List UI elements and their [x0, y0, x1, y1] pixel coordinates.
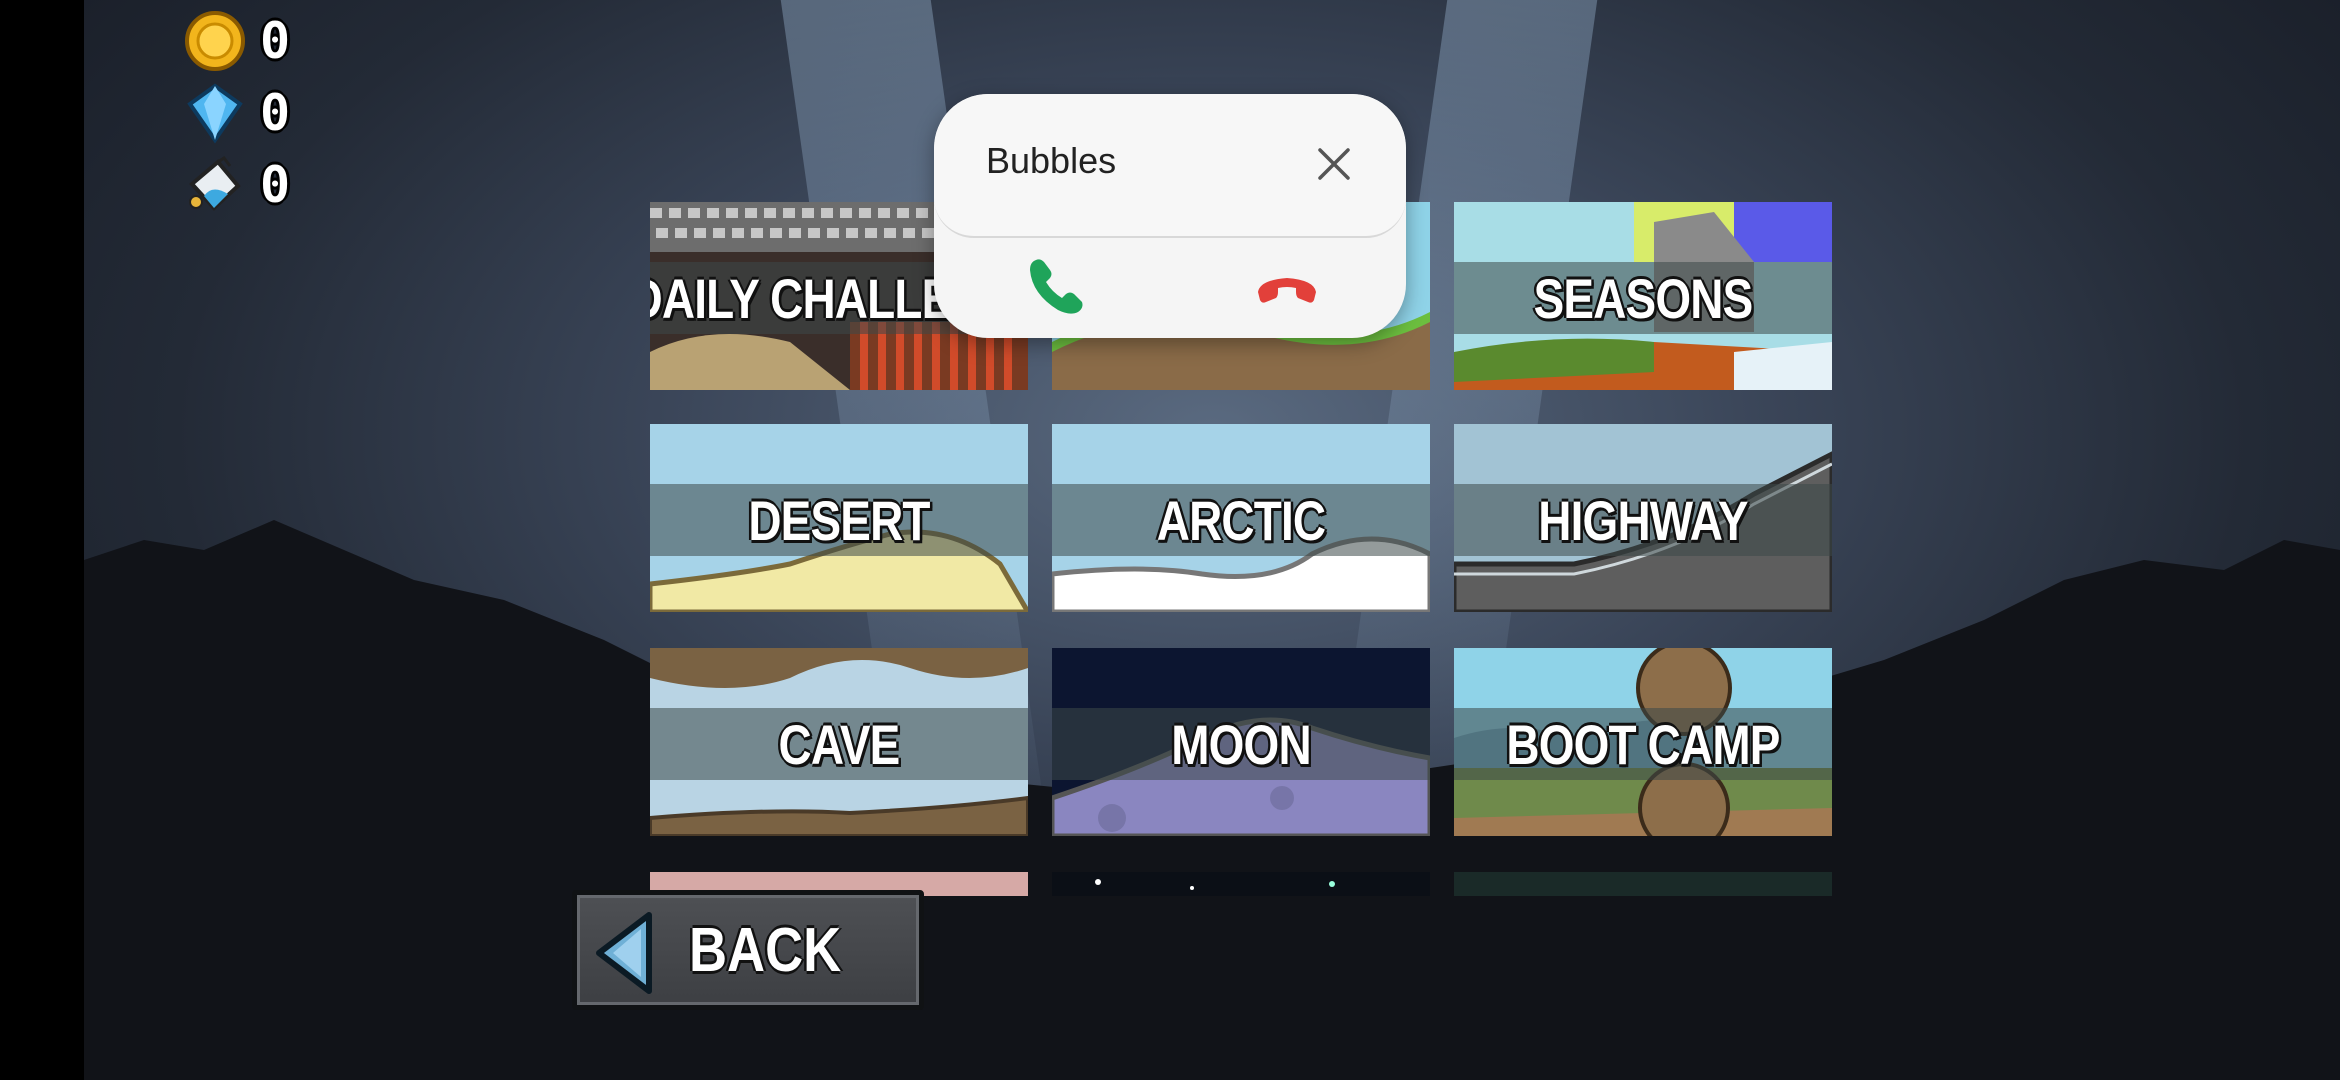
- coin-counter: 0: [184, 10, 290, 72]
- back-button[interactable]: BACK: [572, 890, 924, 1010]
- coin-icon: [184, 10, 246, 72]
- gem-count: 0: [260, 84, 291, 142]
- coin-count: 0: [260, 12, 291, 70]
- level-label: DESERT: [748, 488, 930, 552]
- level-label: MOON: [1171, 712, 1311, 776]
- level-label: SEASONS: [1533, 266, 1754, 330]
- level-tile-moon[interactable]: MOON: [1052, 648, 1430, 836]
- caller-name: Bubbles: [986, 140, 1117, 181]
- decline-call-icon[interactable]: [1252, 262, 1322, 312]
- level-label: ARCTIC: [1156, 488, 1326, 552]
- level-tile-partial[interactable]: [1454, 872, 1832, 896]
- level-tile-arctic[interactable]: ARCTIC: [1052, 424, 1430, 612]
- screen-edge-bar: [0, 0, 84, 1080]
- paint-count: 0: [260, 156, 291, 214]
- close-icon[interactable]: [1314, 144, 1354, 184]
- level-tile-highway[interactable]: HIGHWAY: [1454, 424, 1832, 612]
- back-label: BACK: [689, 916, 842, 985]
- paint-bucket-icon: [184, 154, 246, 216]
- incoming-call-bubble[interactable]: Bubbles: [934, 94, 1406, 338]
- level-label: HIGHWAY: [1538, 488, 1748, 552]
- diamond-icon: [184, 82, 246, 144]
- level-tile-bootcamp[interactable]: BOOT CAMP: [1454, 648, 1832, 836]
- level-tile-desert[interactable]: DESERT: [650, 424, 1028, 612]
- gem-counter: 0: [184, 82, 290, 144]
- level-label: BOOT CAMP: [1506, 712, 1780, 776]
- back-arrow-icon: [596, 912, 652, 994]
- level-tile-partial[interactable]: [1052, 872, 1430, 896]
- level-tile-cave[interactable]: CAVE: [650, 648, 1028, 836]
- level-label: CAVE: [778, 712, 901, 776]
- level-tile-seasons[interactable]: SEASONS: [1454, 202, 1832, 390]
- paint-counter: 0: [184, 154, 290, 216]
- accept-call-icon[interactable]: [1022, 254, 1092, 320]
